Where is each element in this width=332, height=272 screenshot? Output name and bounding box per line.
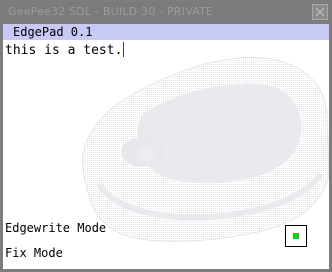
fix-mode-label[interactable]: Fix Mode bbox=[5, 246, 63, 260]
edgepad-canvas[interactable]: EdgePad 0.1 this is a test. Edgewrite Mo… bbox=[3, 24, 329, 269]
status-dot-icon bbox=[293, 233, 299, 239]
app-window: GeePee32 SDL - BUILD 30 - PRIVATE EdgePa… bbox=[0, 0, 332, 272]
status-indicator[interactable] bbox=[285, 225, 307, 247]
close-icon bbox=[315, 7, 325, 17]
text-cursor bbox=[123, 42, 125, 57]
app-header: EdgePad 0.1 bbox=[3, 24, 329, 40]
title-bar: GeePee32 SDL - BUILD 30 - PRIVATE bbox=[2, 2, 330, 22]
text-editor-line[interactable]: this is a test. bbox=[5, 42, 125, 58]
edgewrite-mode-label[interactable]: Edgewrite Mode bbox=[5, 221, 106, 235]
close-button[interactable] bbox=[312, 4, 328, 20]
window-title: GeePee32 SDL - BUILD 30 - PRIVATE bbox=[8, 5, 214, 18]
app-title: EdgePad 0.1 bbox=[13, 25, 93, 39]
editor-text: this is a test. bbox=[5, 43, 123, 58]
